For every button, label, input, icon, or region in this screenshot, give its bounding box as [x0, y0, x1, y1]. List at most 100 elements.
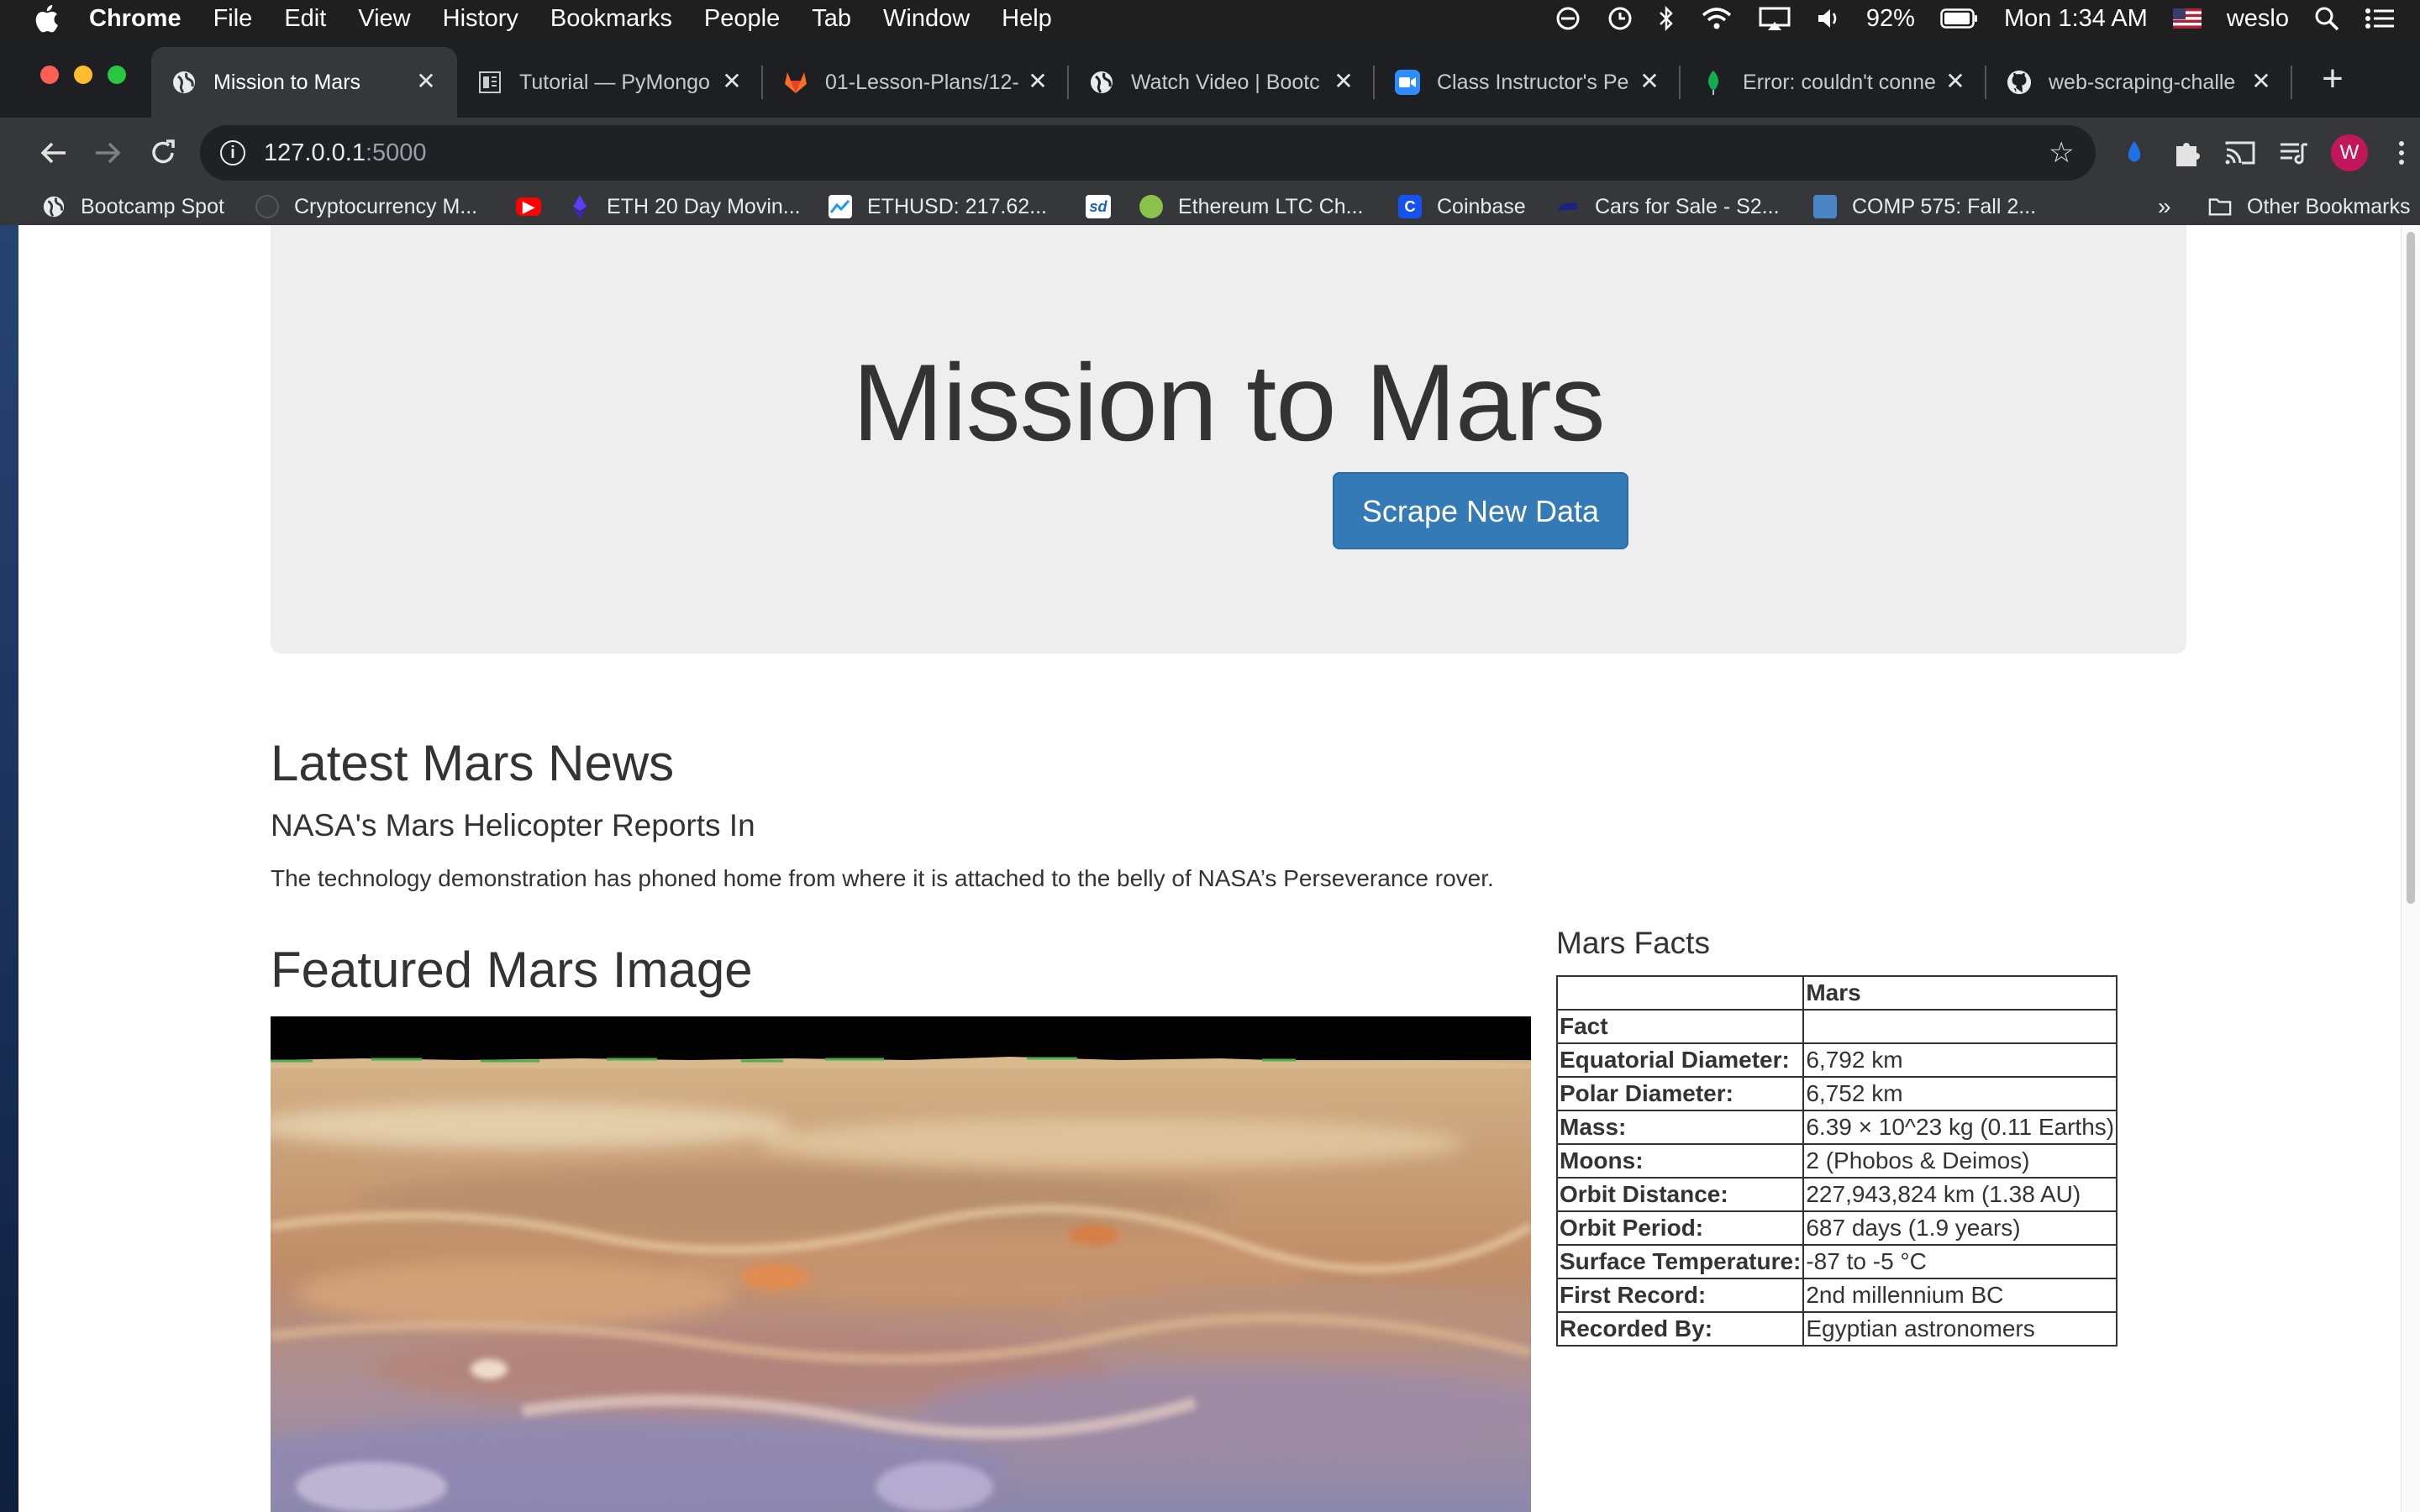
table-row-label: Mass: — [1555, 1110, 1805, 1145]
menu-app-name[interactable]: Chrome — [89, 5, 182, 33]
menu-bookmarks[interactable]: Bookmarks — [550, 5, 672, 33]
chrome-menu-icon[interactable] — [2385, 136, 2418, 170]
menu-view[interactable]: View — [358, 5, 410, 33]
bluetooth-icon[interactable] — [1658, 6, 1675, 31]
notification-center-icon[interactable] — [2365, 6, 2395, 31]
table-row-label: Recorded By: — [1555, 1311, 1805, 1347]
close-tab-icon[interactable]: ✕ — [2249, 69, 2274, 94]
mars-facts-heading: Mars Facts — [1556, 926, 1710, 960]
menu-history[interactable]: History — [443, 5, 518, 33]
menu-file[interactable]: File — [213, 5, 253, 33]
bookmark-cars-for-sale[interactable]: Cars for Sale - S2... — [1556, 192, 1780, 222]
menu-tab[interactable]: Tab — [812, 5, 851, 33]
close-tab-icon[interactable]: ✕ — [1331, 69, 1356, 94]
course-icon — [1813, 195, 1837, 218]
tab-gitlab-lesson-plans[interactable]: 01-Lesson-Plans/12- ✕ — [763, 47, 1069, 118]
tab-title: Class Instructor's Pe — [1437, 70, 1629, 94]
tab-title: Tutorial — PyMongo — [519, 70, 710, 94]
bookmark-ethereum-ltc[interactable]: Ethereum LTC Ch... — [1139, 192, 1363, 222]
tab-class-instructor-zoom[interactable]: Class Instructor's Pe ✕ — [1375, 47, 1681, 118]
table-row: Moons: 2 (Phobos & Deimos) — [1555, 1143, 2118, 1179]
close-tab-icon[interactable]: ✕ — [1943, 69, 1968, 94]
window-close-button[interactable] — [40, 66, 59, 84]
menu-help[interactable]: Help — [1002, 5, 1052, 33]
back-arrow-icon[interactable] — [37, 136, 71, 170]
menu-people[interactable]: People — [704, 5, 780, 33]
coinbase-icon: C — [1398, 195, 1422, 218]
site-info-icon[interactable]: i — [220, 140, 245, 165]
window-zoom-button[interactable] — [108, 66, 126, 84]
tab-pymongo-tutorial[interactable]: Tutorial — PyMongo ✕ — [457, 47, 763, 118]
table-cell: 6.39 × 10^23 kg (0.11 Earths) — [1802, 1110, 2118, 1145]
close-tab-icon[interactable]: ✕ — [1025, 69, 1050, 94]
featured-mars-image[interactable] — [271, 1016, 1531, 1512]
scrape-new-data-button[interactable]: Scrape New Data — [1333, 472, 1628, 549]
tab-mongodb-error[interactable]: Error: couldn't conne ✕ — [1681, 47, 1986, 118]
menu-window[interactable]: Window — [883, 5, 970, 33]
menu-clock[interactable]: Mon 1:34 AM — [2004, 5, 2148, 33]
cast-icon[interactable] — [2223, 136, 2257, 170]
globe-icon — [1089, 70, 1114, 95]
news-article-paragraph: The technology demonstration has phoned … — [271, 865, 1494, 891]
table-cell: 2 (Phobos & Deimos) — [1802, 1143, 2118, 1179]
spotlight-search-icon[interactable] — [2314, 6, 2339, 31]
forward-arrow-icon[interactable] — [91, 136, 124, 170]
bookmark-bootcamp-spot[interactable]: Bootcamp Spot — [42, 192, 224, 222]
window-minimize-button[interactable] — [74, 66, 92, 84]
apple-icon[interactable] — [34, 4, 59, 33]
time-machine-icon[interactable] — [1606, 6, 1633, 31]
battery-percent: 92% — [1865, 4, 1915, 32]
battery-icon[interactable] — [1940, 8, 1979, 29]
close-tab-icon[interactable]: ✕ — [1637, 69, 1662, 94]
do-not-disturb-icon[interactable] — [1555, 6, 1581, 31]
bookmark-coinbase[interactable]: C Coinbase — [1398, 192, 1526, 222]
new-tab-button[interactable]: + — [2316, 60, 2349, 97]
tab-list: Mission to Mars ✕ Tutorial — PyMongo ✕ 0… — [151, 47, 2292, 118]
bookmark-sd[interactable]: sd — [1086, 192, 1126, 222]
page-title: Mission to Mars — [852, 341, 1605, 464]
reload-icon[interactable] — [146, 136, 180, 170]
raindrop-extension-icon[interactable] — [2118, 136, 2151, 170]
mongodb-leaf-icon — [1701, 70, 1726, 95]
scrollbar-thumb[interactable] — [2407, 232, 2415, 904]
tab-title: 01-Lesson-Plans/12- — [825, 70, 1019, 94]
page-scrollbar[interactable] — [2401, 225, 2420, 1512]
close-tab-icon[interactable]: ✕ — [413, 69, 439, 94]
table-row-label: Polar Diameter: — [1555, 1076, 1805, 1111]
table-header-cell: Mars — [1802, 975, 2118, 1011]
airplay-icon[interactable] — [1759, 6, 1791, 31]
browser-toolbar: i 127.0.0.1:5000 ☆ W — [0, 118, 2420, 188]
table-row-label: First Record: — [1555, 1278, 1805, 1313]
globe-icon — [171, 70, 197, 95]
address-bar[interactable]: i 127.0.0.1:5000 ☆ — [200, 125, 2096, 181]
table-row-label: Orbit Distance: — [1555, 1177, 1805, 1212]
profile-avatar[interactable]: W — [2331, 134, 2368, 171]
wifi-icon[interactable] — [1700, 6, 1733, 31]
close-tab-icon[interactable]: ✕ — [719, 69, 744, 94]
tab-watch-video-bootcamp[interactable]: Watch Video | Bootc ✕ — [1069, 47, 1375, 118]
bookmark-star-icon[interactable]: ☆ — [2049, 139, 2077, 167]
tab-title: web-scraping-challe — [2049, 70, 2236, 94]
volume-icon[interactable] — [1816, 6, 1841, 31]
menu-user-name[interactable]: weslo — [2227, 5, 2289, 33]
table-header-row: Mars — [1555, 975, 2118, 1011]
other-bookmarks-folder[interactable]: Other Bookmarks — [2208, 192, 2411, 222]
media-controls-icon[interactable] — [2277, 136, 2311, 170]
bookmark-cryptocurrency[interactable]: Cryptocurrency M... — [255, 192, 477, 222]
us-flag-icon[interactable] — [2172, 8, 2202, 29]
bookmark-eth-20-day[interactable]: ETH 20 Day Movin... — [568, 192, 801, 222]
tab-github-web-scraping[interactable]: web-scraping-challe ✕ — [1986, 47, 2292, 118]
bookmark-ethusd[interactable]: ETHUSD: 217.62... — [829, 192, 1047, 222]
table-cell: 687 days (1.9 years) — [1802, 1210, 2118, 1246]
bookmarks-overflow-button[interactable]: » — [2158, 192, 2171, 222]
tab-mission-to-mars[interactable]: Mission to Mars ✕ — [151, 47, 457, 118]
bookmark-youtube[interactable]: ▶ — [516, 192, 556, 222]
table-index-row: Fact — [1555, 1009, 2118, 1044]
car-icon — [1556, 195, 1580, 218]
menu-edit[interactable]: Edit — [284, 5, 326, 33]
news-article-title: NASA's Mars Helicopter Reports In — [271, 808, 755, 843]
bookmark-comp-575[interactable]: COMP 575: Fall 2... — [1813, 192, 2036, 222]
bookmark-label: COMP 575: Fall 2... — [1852, 194, 2037, 218]
extensions-puzzle-icon[interactable] — [2170, 136, 2203, 170]
table-row: Mass: 6.39 × 10^23 kg (0.11 Earths) — [1555, 1110, 2118, 1145]
